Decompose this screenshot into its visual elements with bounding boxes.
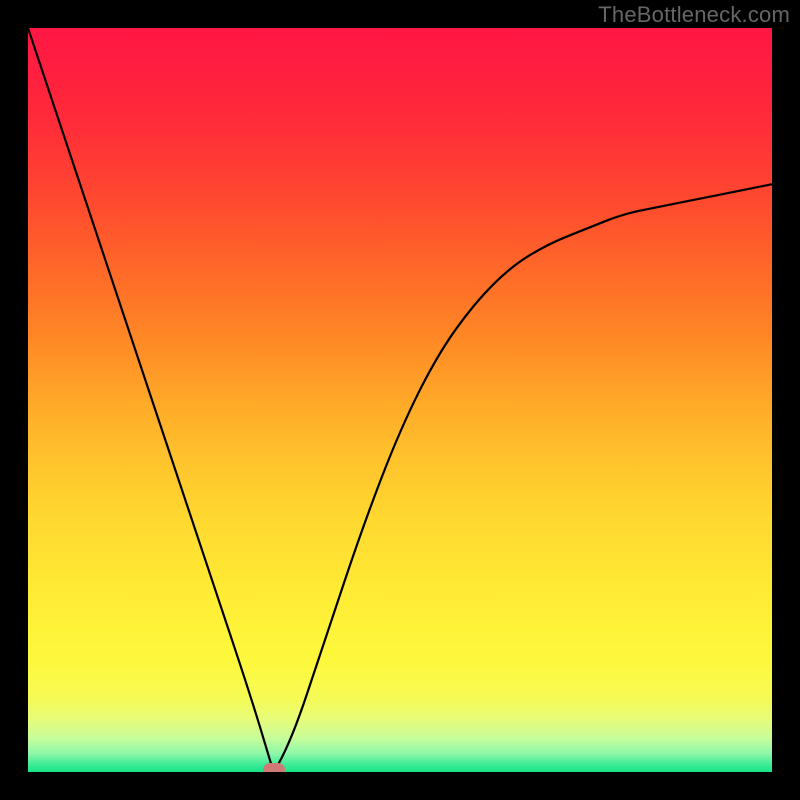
watermark-text: TheBottleneck.com [598,2,790,28]
bottleneck-curve [28,28,772,772]
plot-area [28,28,772,772]
optimum-marker [263,763,285,772]
chart-frame: TheBottleneck.com [0,0,800,800]
